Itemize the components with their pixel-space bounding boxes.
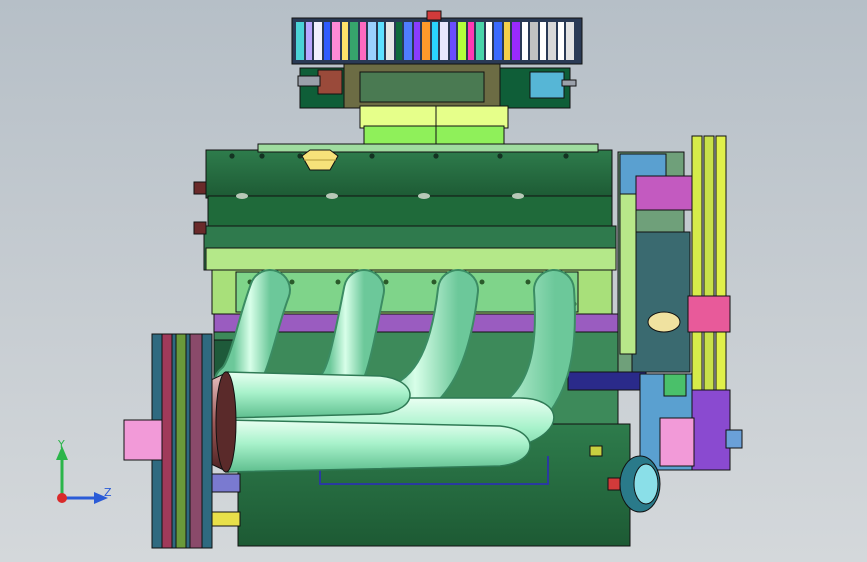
- axis-z-label: Z: [104, 486, 112, 499]
- air-filter[interactable]: [291, 10, 583, 65]
- axis-x: [57, 493, 67, 503]
- intake-manifold[interactable]: [359, 105, 509, 147]
- timing-cover[interactable]: [617, 151, 695, 373]
- orientation-triad[interactable]: Y Z: [40, 430, 140, 520]
- carburetor-base[interactable]: [297, 63, 577, 109]
- accessory-pulleys[interactable]: [687, 135, 743, 471]
- air-filter-stripes: [296, 22, 574, 60]
- valve-cover[interactable]: [205, 143, 613, 227]
- graphics-viewport[interactable]: Y Z: [0, 0, 867, 562]
- axis-y-label: Y: [57, 438, 65, 451]
- axis-y: [56, 446, 68, 498]
- axis-z: [62, 492, 108, 504]
